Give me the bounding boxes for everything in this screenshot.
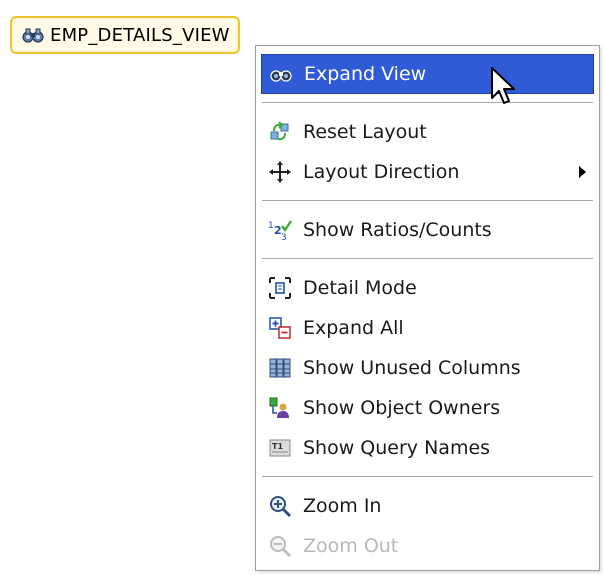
- svg-text:1: 1: [268, 221, 274, 231]
- menu-item-expand-view[interactable]: Expand View: [261, 54, 594, 94]
- menu-item-label: Zoom In: [303, 495, 382, 517]
- expand-all-icon: [265, 313, 295, 343]
- query-names-icon: T1: [265, 433, 295, 463]
- zoom-out-icon: [265, 531, 295, 561]
- svg-text:3: 3: [281, 233, 287, 242]
- menu-item-label: Show Object Owners: [303, 397, 501, 419]
- expand-view-icon: [266, 59, 296, 89]
- unused-columns-icon: [265, 353, 295, 383]
- menu-item-zoom-in[interactable]: Zoom In: [261, 486, 594, 526]
- menu-item-detail-mode[interactable]: Detail Mode: [261, 268, 594, 308]
- menu-item-expand-all[interactable]: Expand All: [261, 308, 594, 348]
- detail-mode-icon: [265, 273, 295, 303]
- menu-separator: [262, 200, 593, 202]
- menu-separator: [262, 258, 593, 260]
- menu-item-show-object-owners[interactable]: Show Object Owners: [261, 388, 594, 428]
- layout-direction-icon: [265, 157, 295, 187]
- menu-item-zoom-out[interactable]: Zoom Out: [261, 526, 594, 566]
- menu-separator: [262, 476, 593, 478]
- menu-item-label: Reset Layout: [303, 121, 427, 143]
- menu-item-label: Show Ratios/Counts: [303, 219, 492, 241]
- ratios-counts-icon: 1 2 3: [265, 215, 295, 245]
- menu-item-label: Layout Direction: [303, 161, 460, 183]
- diagram-canvas: EMP_DETAILS_VIEW Expand View Reset Layou…: [0, 0, 603, 575]
- menu-item-label: Expand All: [303, 317, 404, 339]
- view-node-label: EMP_DETAILS_VIEW: [50, 24, 230, 46]
- object-owners-icon: [265, 393, 295, 423]
- menu-item-show-query-names[interactable]: T1 Show Query Names: [261, 428, 594, 468]
- view-node[interactable]: EMP_DETAILS_VIEW: [10, 16, 240, 54]
- reset-layout-icon: [265, 117, 295, 147]
- menu-item-show-unused-columns[interactable]: Show Unused Columns: [261, 348, 594, 388]
- menu-item-label: Expand View: [304, 63, 427, 85]
- menu-item-show-ratios-counts[interactable]: 1 2 3 Show Ratios/Counts: [261, 210, 594, 250]
- menu-item-label: Show Unused Columns: [303, 357, 521, 379]
- menu-separator: [262, 102, 593, 104]
- svg-text:T1: T1: [272, 442, 283, 451]
- menu-item-label: Zoom Out: [303, 535, 399, 557]
- context-menu: Expand View Reset Layout Layout Directio…: [255, 45, 600, 571]
- menu-item-reset-layout[interactable]: Reset Layout: [261, 112, 594, 152]
- zoom-in-icon: [265, 491, 295, 521]
- menu-item-label: Detail Mode: [303, 277, 417, 299]
- mouse-cursor-icon: [490, 66, 520, 110]
- view-binoculars-icon: [22, 26, 44, 44]
- submenu-arrow-icon: [579, 166, 586, 178]
- menu-item-label: Show Query Names: [303, 437, 491, 459]
- menu-item-layout-direction[interactable]: Layout Direction: [261, 152, 594, 192]
